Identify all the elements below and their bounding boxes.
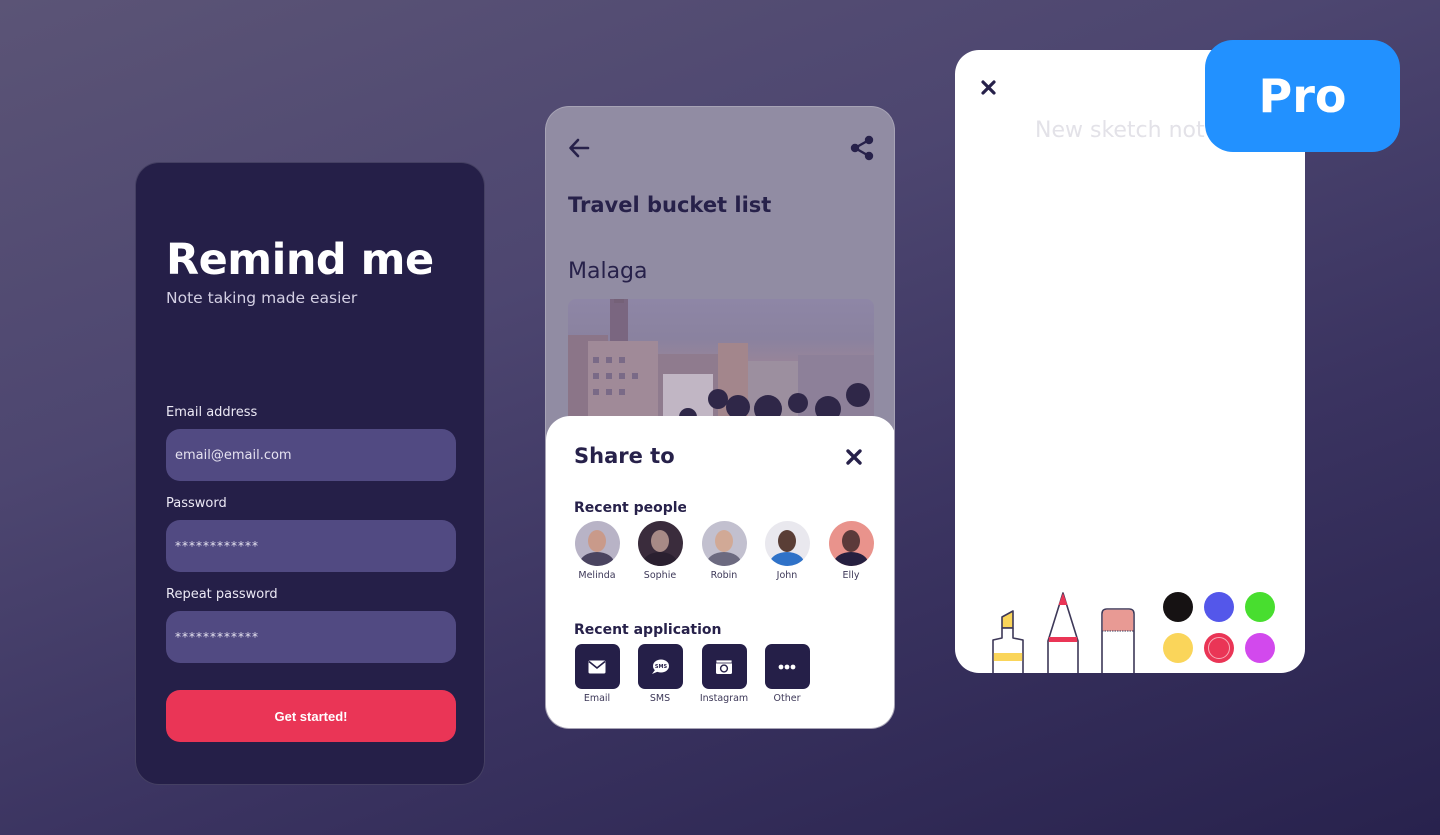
envelope-icon — [588, 660, 606, 673]
app-other[interactable]: Other — [762, 644, 812, 704]
sketch-title-placeholder[interactable]: New sketch note — [1035, 118, 1218, 143]
person-name: Melinda — [578, 570, 616, 581]
city-photo — [568, 299, 874, 424]
person-item[interactable]: John — [762, 521, 812, 581]
share-sheet: Share to Recent people Melinda Sophie Ro… — [546, 416, 894, 728]
get-started-button[interactable]: Get started! — [166, 690, 456, 742]
marker-tool-icon[interactable] — [1044, 591, 1082, 673]
share-icon[interactable] — [850, 135, 874, 161]
person-name: Sophie — [643, 570, 677, 581]
color-swatch-purple[interactable] — [1245, 633, 1275, 663]
password-field[interactable]: ************ — [166, 520, 456, 572]
recent-applications-label: Recent applications — [574, 622, 722, 638]
color-swatch-red[interactable] — [1204, 633, 1234, 663]
person-name: John — [776, 570, 798, 581]
close-icon[interactable] — [981, 80, 996, 95]
close-icon[interactable] — [845, 448, 863, 466]
app-name: SMS — [649, 693, 671, 704]
app-email[interactable]: Email — [572, 644, 622, 704]
person-item[interactable]: Melinda — [572, 521, 622, 581]
avatar — [828, 521, 874, 566]
avatar — [701, 521, 747, 566]
avatar — [637, 521, 683, 566]
color-swatch-black[interactable] — [1163, 592, 1193, 622]
person-item[interactable]: Sophie — [635, 521, 685, 581]
highlighter-tool-icon[interactable] — [989, 608, 1027, 673]
app-name: Email — [583, 693, 611, 704]
login-card: Remind me Note taking made easier Email … — [135, 162, 485, 785]
sms-bubble-icon: SMS — [652, 659, 669, 674]
pro-badge: Pro — [1205, 40, 1400, 152]
app-name: Instagram — [699, 693, 749, 704]
avatar — [764, 521, 810, 566]
email-label: Email address — [166, 405, 258, 420]
person-name: Elly — [842, 570, 860, 581]
app-subtitle: Note taking made easier — [166, 289, 358, 307]
arrow-left-icon[interactable] — [568, 137, 590, 159]
recent-people-label: Recent people — [574, 500, 686, 516]
repeat-password-label: Repeat password — [166, 587, 278, 602]
avatar — [574, 521, 620, 566]
person-item[interactable]: Elly — [826, 521, 876, 581]
color-swatch-yellow[interactable] — [1163, 633, 1193, 663]
note-title: Travel bucket list — [568, 193, 772, 217]
share-sheet-title: Share to — [574, 444, 675, 468]
note-entry-title: Malaga — [568, 259, 648, 284]
color-swatch-green[interactable] — [1245, 592, 1275, 622]
share-card: Travel bucket list Malaga Share to Recen… — [545, 106, 895, 729]
password-label: Password — [166, 496, 227, 511]
app-title: Remind me — [166, 235, 434, 285]
email-field[interactable]: email@email.com — [166, 429, 456, 481]
app-sms[interactable]: SMS SMS — [635, 644, 685, 704]
eraser-tool-icon[interactable] — [1099, 607, 1137, 673]
person-item[interactable]: Robin — [699, 521, 749, 581]
more-dots-icon — [778, 664, 796, 669]
color-swatch-blue[interactable] — [1204, 592, 1234, 622]
instagram-icon — [715, 659, 733, 674]
app-instagram[interactable]: Instagram — [699, 644, 749, 704]
person-name: Robin — [710, 570, 738, 581]
repeat-password-field[interactable]: ************ — [166, 611, 456, 663]
app-name: Other — [773, 693, 801, 704]
svg-text:SMS: SMS — [655, 664, 668, 670]
